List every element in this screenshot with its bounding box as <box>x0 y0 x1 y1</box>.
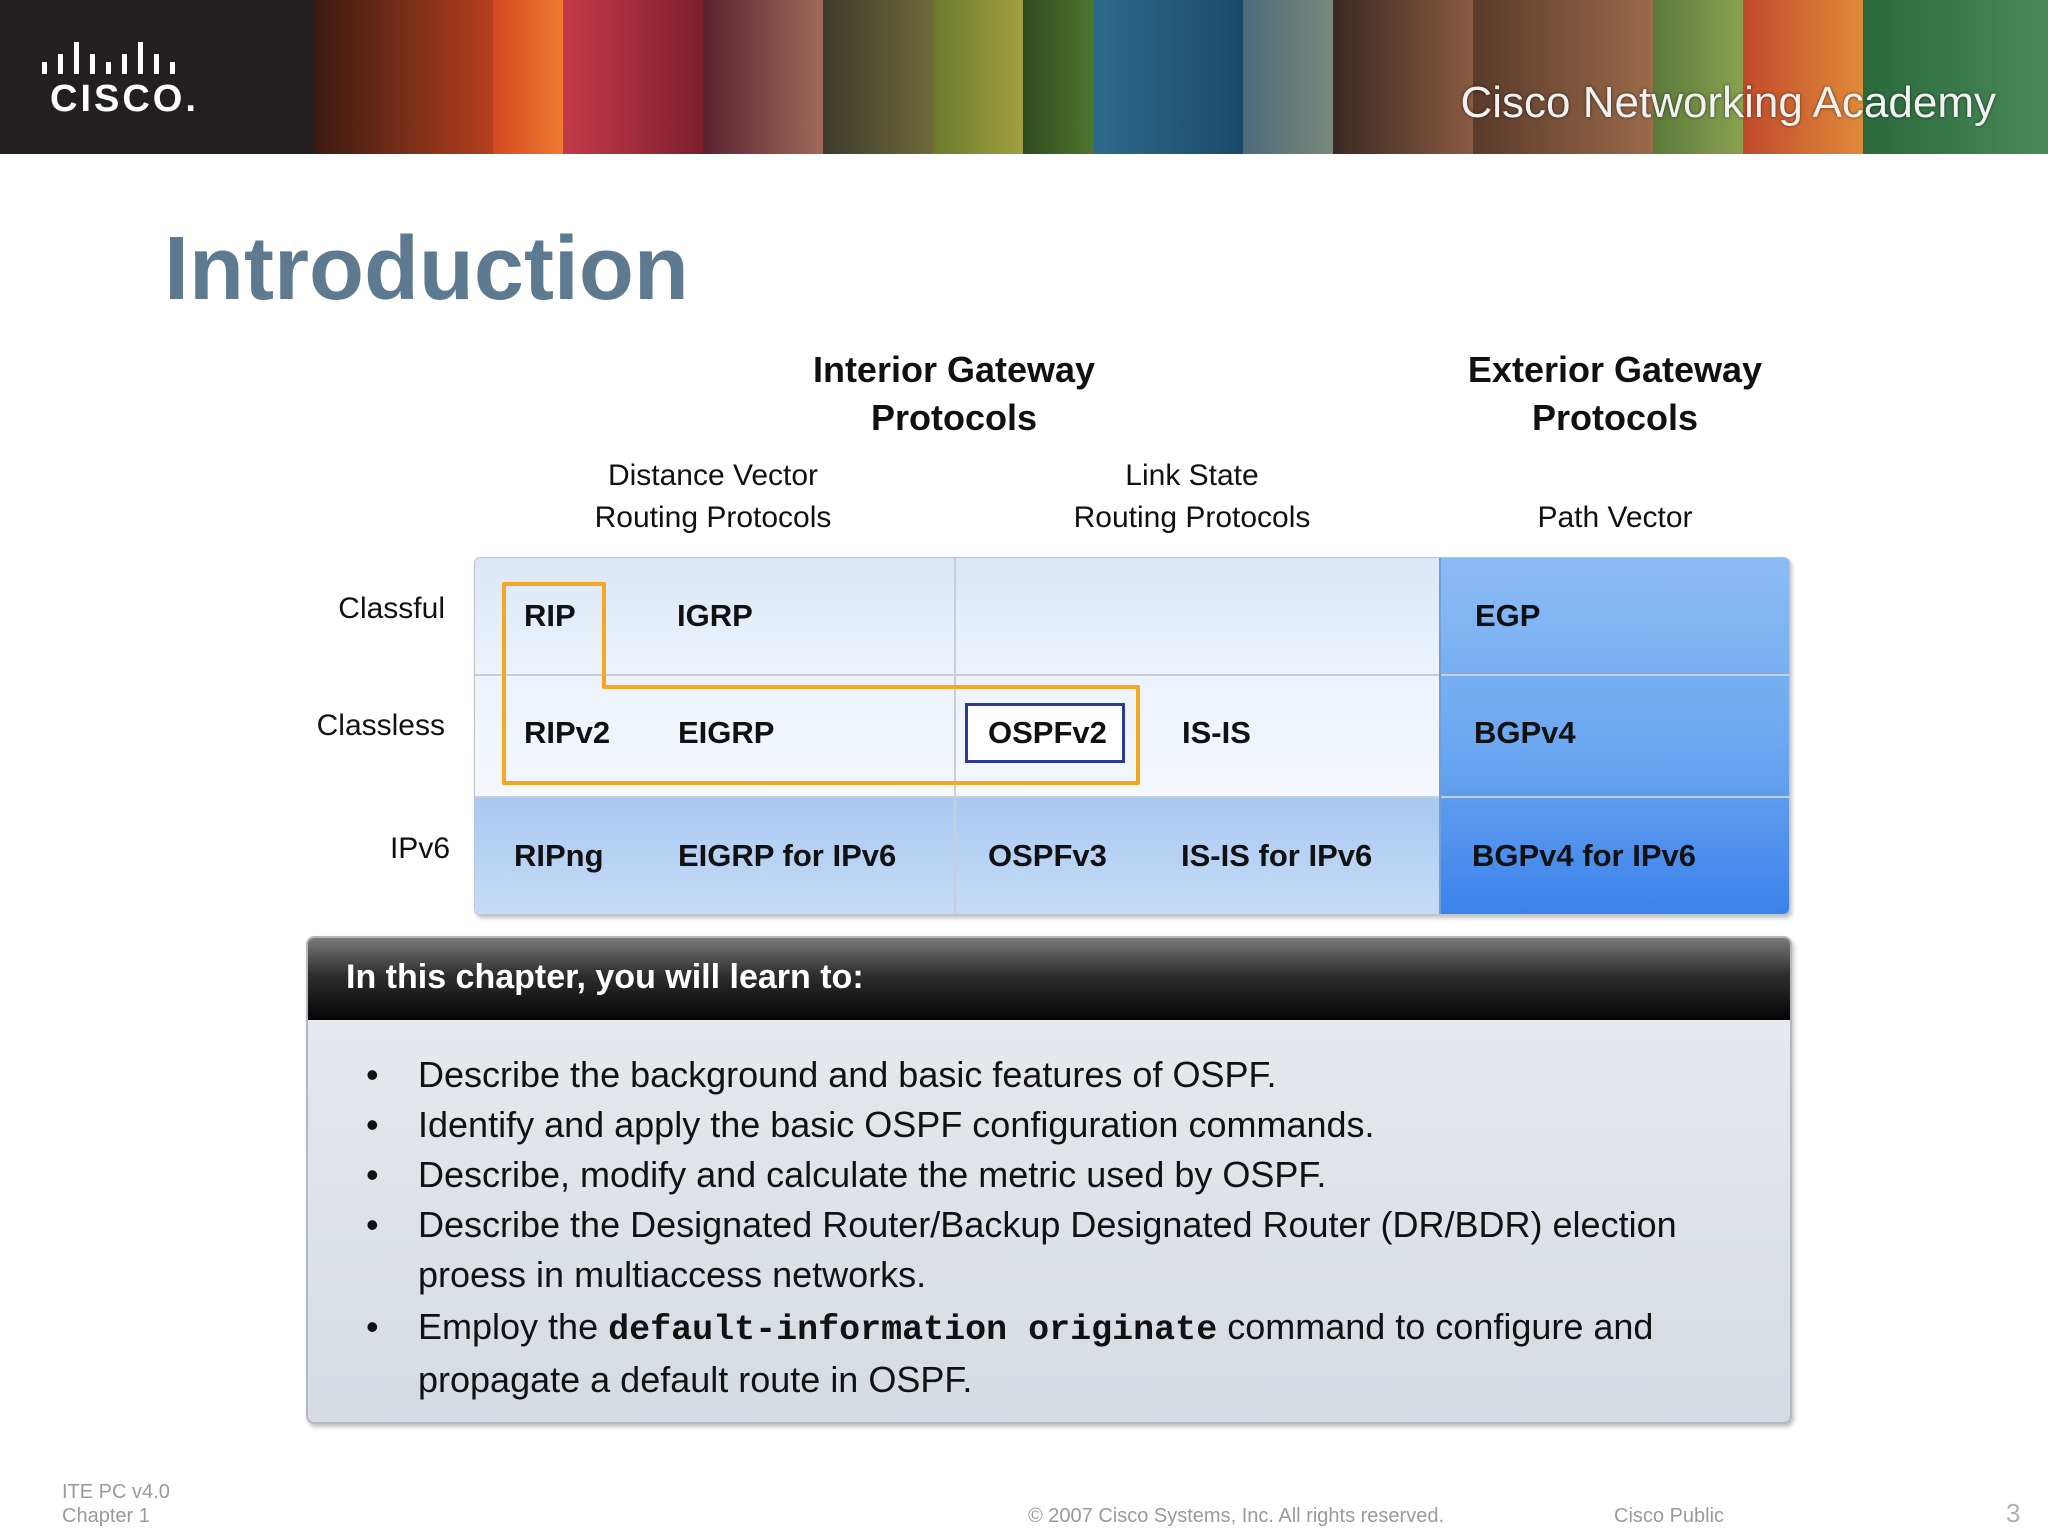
cell-egp: EGP <box>1475 598 1541 633</box>
header-banner: CISCO. Cisco Networking Academy <box>0 0 2048 154</box>
footer-classification: Cisco Public <box>1614 1505 1725 1527</box>
cell-rip: RIP <box>524 598 576 633</box>
code-command: default-information originate <box>608 1310 1218 1350</box>
path-vector-header: Path Vector <box>1537 501 1693 534</box>
footer-copyright: © 2007 Cisco Systems, Inc. All rights re… <box>1028 1505 1445 1527</box>
egp-header-line1: Exterior Gateway <box>1467 349 1763 390</box>
grid-line-row2 <box>475 796 1789 798</box>
objective-item: • Describe the background and basic feat… <box>358 1050 1758 1100</box>
objective-text: Describe the Designated Router/Backup De… <box>418 1204 1677 1245</box>
objective-text: Describe, modify and calculate the metri… <box>418 1154 1327 1195</box>
distance-vector-header: Distance Vector Routing Protocols <box>563 455 863 539</box>
distance-vector-line2: Routing Protocols <box>594 501 832 534</box>
igp-header: Interior Gateway Protocols <box>754 346 1154 442</box>
igp-header-line2: Protocols <box>870 397 1038 438</box>
cell-bgpv4: BGPv4 <box>1474 715 1576 750</box>
footer-course-line2: Chapter 1 <box>62 1505 150 1527</box>
grid-line-col2 <box>1439 558 1441 914</box>
objective-text-continued: propagate a default route in OSPF. <box>418 1359 973 1400</box>
objective-text-before: Employ the <box>418 1306 609 1347</box>
bullet: • <box>366 1306 379 1347</box>
cell-eigrp: EIGRP <box>678 715 775 750</box>
objective-item: • Identify and apply the basic OSPF conf… <box>358 1100 1758 1150</box>
grid-line-row1 <box>475 674 1789 676</box>
cisco-bars-icon <box>42 42 175 74</box>
row-label-classful: Classful <box>338 592 445 625</box>
cell-ospfv3: OSPFv3 <box>988 838 1107 873</box>
cell-ospfv2: OSPFv2 <box>988 715 1107 750</box>
link-state-line1: Link State <box>1125 459 1259 492</box>
bullet: • <box>366 1054 379 1095</box>
objective-text-after: command to configure and <box>1217 1306 1654 1347</box>
cell-is-is: IS-IS <box>1182 715 1251 750</box>
bullet: • <box>366 1204 379 1245</box>
cisco-logo-text: CISCO. <box>50 78 199 120</box>
row-label-classless: Classless <box>316 709 445 742</box>
header-photo-strip <box>313 0 2048 154</box>
objective-text: Describe the background and basic featur… <box>418 1054 1277 1095</box>
objective-item: • Describe, modify and calculate the met… <box>358 1150 1758 1200</box>
cell-eigrp-ipv6: EIGRP for IPv6 <box>678 838 897 873</box>
objective-text: Employ the default-information originate… <box>418 1302 1758 1355</box>
link-state-line2: Routing Protocols <box>1073 501 1311 534</box>
chapter-objectives-box: In this chapter, you will learn to: • De… <box>306 936 1792 1424</box>
igp-header-line1: Interior Gateway <box>812 349 1096 390</box>
cell-ripng: RIPng <box>514 838 604 873</box>
bullet: • <box>366 1154 379 1195</box>
egp-header-line2: Protocols <box>1531 397 1699 438</box>
link-state-header: Link State Routing Protocols <box>1042 455 1342 539</box>
cell-bgpv4-ipv6: BGPv4 for IPv6 <box>1472 838 1696 873</box>
objective-text: Identify and apply the basic OSPF config… <box>418 1104 1375 1145</box>
page-title: Introduction <box>164 219 689 319</box>
row-label-ipv6: IPv6 <box>389 832 450 865</box>
footer-course: ITE PC v4.0 Chapter 1 <box>62 1480 170 1528</box>
academy-wordmark: Cisco Networking Academy <box>1460 78 1996 127</box>
cell-ripv2: RIPv2 <box>524 715 611 750</box>
footer-course-line1: ITE PC v4.0 <box>62 1481 170 1503</box>
cell-is-is-ipv6: IS-IS for IPv6 <box>1181 838 1373 873</box>
bullet: • <box>366 1104 379 1145</box>
chapter-objectives-title: In this chapter, you will learn to: <box>346 958 864 996</box>
chapter-objectives-header: In this chapter, you will learn to: <box>308 938 1790 1020</box>
objective-text-continued: proess in multiaccess networks. <box>418 1254 927 1295</box>
objective-item: • Describe the Designated Router/Backup … <box>358 1200 1758 1300</box>
objective-item: • Employ the default-information origina… <box>358 1302 1758 1405</box>
objectives-list: • Describe the background and basic feat… <box>358 1050 1758 1405</box>
grid-line-col1 <box>954 558 956 914</box>
page-number: 3 <box>2006 1498 2021 1528</box>
cisco-logo: CISCO. <box>0 0 313 154</box>
egp-header: Exterior Gateway Protocols <box>1415 346 1815 442</box>
cell-igrp: IGRP <box>677 598 753 633</box>
distance-vector-line1: Distance Vector <box>607 459 819 492</box>
igp-region <box>475 558 1440 798</box>
